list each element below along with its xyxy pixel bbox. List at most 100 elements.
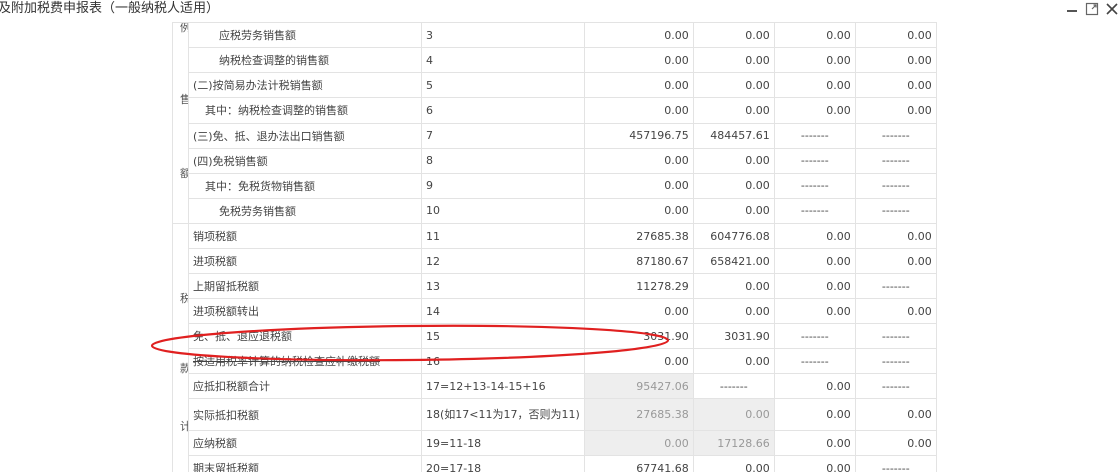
value-cell[interactable]: 0.00 [692,72,775,99]
row-line: 18(如17<11为17，否则为11) [421,398,585,431]
row-name: 应纳税额 [188,430,422,456]
table-row: 应抵扣税额合计 17=12+13-14-15+16 95427.06 -----… [173,373,937,399]
value-cell[interactable]: 0.00 [583,97,694,124]
value-cell[interactable]: 67741.68 [583,455,694,472]
table-row: 进项税额转出 14 0.00 0.00 0.00 0.00 [173,298,937,324]
value-cell[interactable]: 0.00 [692,47,775,74]
value-cell[interactable]: 0.00 [773,223,856,249]
value-cell[interactable]: 0.00 [773,97,856,124]
value-cell[interactable]: 0.00 [692,172,775,199]
disabled-cell: ------- [773,323,856,349]
value-cell[interactable]: 0.00 [692,97,775,124]
row-line: 16 [421,348,585,374]
value-cell[interactable]: 484457.61 [692,122,775,149]
value-cell[interactable]: 0.00 [773,47,856,74]
value-cell[interactable]: 0.00 [583,72,694,99]
value-cell[interactable]: 0.00 [854,298,937,324]
value-cell[interactable]: 0.00 [854,223,937,249]
disabled-cell: ------- [773,147,856,174]
value-cell[interactable]: 0.00 [583,348,694,374]
value-cell[interactable]: 0.00 [773,398,856,431]
value-cell[interactable]: 0.00 [854,72,937,99]
value-cell[interactable]: 3031.90 [583,323,694,349]
disabled-cell: ------- [854,197,937,225]
row-name: 按适用税率计算的纳税检查应补缴税额 [188,348,422,374]
value-cell[interactable]: 0.00 [773,455,856,472]
value-cell[interactable]: 0.00 [854,248,937,274]
value-cell[interactable]: 0.00 [583,147,694,174]
table-row: 纳税检查调整的销售额 4 0.00 0.00 0.00 0.00 [173,47,937,74]
category-label: 例 [180,24,188,36]
row-name: 进项税额 [188,248,422,274]
row-line: 17=12+13-14-15+16 [421,373,585,399]
category-cell-tax: 税 款 计 [172,223,189,472]
row-name: 应抵扣税额合计 [188,373,422,399]
row-line: 10 [421,197,585,225]
value-cell[interactable]: 0.00 [583,21,694,49]
table-row: (三)免、抵、退办法出口销售额 7 457196.75 484457.61 --… [173,122,937,149]
category-label: 额 [180,165,188,181]
category-label: 计 [180,418,188,434]
value-cell[interactable]: 27685.38 [583,223,694,249]
value-cell[interactable]: 0.00 [854,21,937,49]
value-cell[interactable]: 0.00 [583,47,694,74]
disabled-cell: ------- [773,348,856,374]
value-cell[interactable]: 0.00 [854,47,937,74]
row-line: 4 [421,47,585,74]
value-cell[interactable]: 0.00 [773,373,856,399]
disabled-cell: ------- [854,273,937,299]
disabled-cell: ------- [854,147,937,174]
table-row: 其中：免税货物销售额 9 0.00 0.00 ------- ------- [173,172,937,199]
value-cell[interactable]: 0.00 [692,273,775,299]
value-cell[interactable]: 3031.90 [692,323,775,349]
row-name: 其中：纳税检查调整的销售额 [188,97,422,124]
value-cell[interactable]: 0.00 [692,21,775,49]
value-cell[interactable]: 0.00 [773,248,856,274]
value-cell[interactable]: 0.00 [583,172,694,199]
value-cell[interactable]: 658421.00 [692,248,775,274]
value-cell[interactable]: 0.00 [773,21,856,49]
table-row: 应纳税额 19=11-18 0.00 17128.66 0.00 0.00 [173,430,937,456]
value-cell[interactable]: 0.00 [583,197,694,225]
value-cell[interactable]: 0.00 [583,298,694,324]
value-cell[interactable]: 0.00 [854,430,937,456]
table-row: 实际抵扣税额 18(如17<11为17，否则为11) 27685.38 0.00… [173,398,937,431]
disabled-cell: ------- [854,323,937,349]
value-cell[interactable]: 0.00 [692,455,775,472]
disabled-cell: ------- [854,172,937,199]
value-cell[interactable]: 0.00 [854,398,937,431]
value-cell[interactable]: 0.00 [692,298,775,324]
category-label: 税 [180,290,188,306]
value-cell[interactable]: 0.00 [773,298,856,324]
value-cell[interactable]: 604776.08 [692,223,775,249]
value-cell[interactable]: 87180.67 [583,248,694,274]
computed-cell: 95427.06 [583,373,694,399]
disabled-cell: ------- [854,455,937,472]
value-cell[interactable]: 0.00 [773,273,856,299]
row-line: 13 [421,273,585,299]
row-name: 销项税额 [188,223,422,249]
row-name: 应税劳务销售额 [188,21,422,49]
table-row: 进项税额 12 87180.67 658421.00 0.00 0.00 [173,248,937,274]
row-line: 6 [421,97,585,124]
row-line: 15 [421,323,585,349]
row-line: 3 [421,21,585,49]
form-scroll-area[interactable]: 例 售 额 应税劳务销售额 3 0.00 0.00 0.00 0.00 纳税检查… [0,0,1120,472]
category-label: 款 [180,360,188,376]
value-cell[interactable]: 0.00 [773,72,856,99]
row-name: 免税劳务销售额 [188,197,422,225]
value-cell[interactable]: 11278.29 [583,273,694,299]
value-cell[interactable]: 0.00 [692,147,775,174]
computed-cell: 17128.66 [692,430,775,456]
computed-cell: 0.00 [583,430,694,456]
value-cell[interactable]: 0.00 [692,197,775,225]
value-cell[interactable]: 457196.75 [583,122,694,149]
value-cell[interactable]: 0.00 [692,348,775,374]
value-cell[interactable]: 0.00 [854,97,937,124]
row-line: 12 [421,248,585,274]
row-name: 其中：免税货物销售额 [188,172,422,199]
table-row: 上期留抵税额 13 11278.29 0.00 0.00 ------- [173,273,937,299]
category-label: 售 [180,91,188,107]
value-cell[interactable]: 0.00 [773,430,856,456]
disabled-cell: ------- [773,197,856,225]
